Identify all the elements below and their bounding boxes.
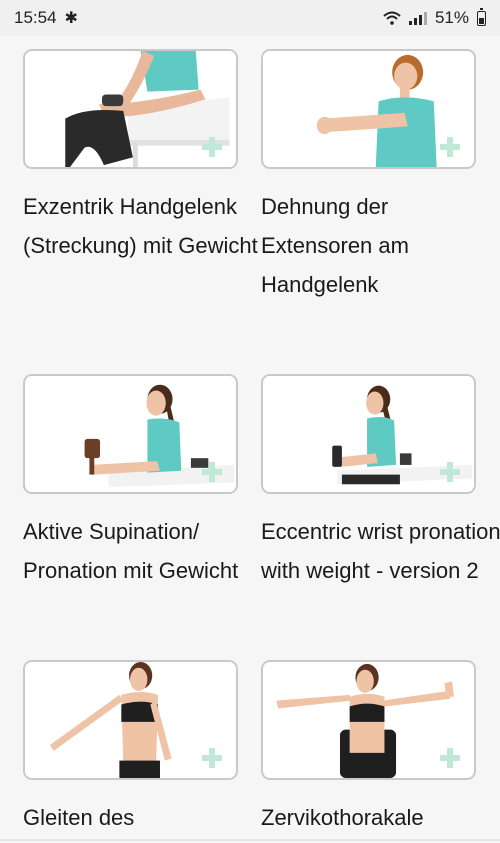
add-icon (202, 748, 222, 768)
status-left: 15:54 ✱ (14, 8, 78, 28)
exercise-thumbnail[interactable] (23, 374, 238, 494)
exercise-title[interactable]: Zervikothorakale (261, 798, 500, 837)
exercise-title[interactable]: Dehnung der Extensoren am Handgelenk (261, 187, 500, 304)
battery-percent: 51% (434, 8, 469, 27)
status-time: 15:54 (14, 8, 57, 27)
exercise-title[interactable]: Aktive Supination/ Pronation mit Gewicht (23, 512, 263, 590)
exercise-thumbnail[interactable] (23, 660, 238, 780)
exercise-card[interactable]: Eccentric wrist pronation with weight - … (261, 374, 500, 590)
add-icon (202, 462, 222, 482)
wifi-icon (383, 11, 401, 25)
exercise-card[interactable]: Gleiten des (23, 660, 238, 837)
exercise-title[interactable]: Gleiten des (23, 798, 263, 837)
exercise-title[interactable]: Eccentric wrist pronation with weight - … (261, 512, 500, 590)
exercise-grid: Exzentrik Handgelenk (Streckung) mit Gew… (0, 36, 500, 843)
add-icon (440, 748, 460, 768)
exercise-thumbnail[interactable] (261, 374, 476, 494)
status-right: 51% (383, 7, 486, 28)
exercise-thumbnail[interactable] (261, 49, 476, 169)
exercise-thumbnail[interactable] (23, 49, 238, 169)
exercise-card[interactable]: Exzentrik Handgelenk (Streckung) mit Gew… (23, 49, 258, 265)
add-icon (440, 462, 460, 482)
add-icon (440, 137, 460, 157)
exercise-title[interactable]: Exzentrik Handgelenk (Streckung) mit Gew… (23, 187, 263, 265)
exercise-thumbnail[interactable] (261, 660, 476, 780)
bottom-divider (0, 839, 500, 841)
bluetooth-icon: ✱ (64, 10, 78, 27)
exercise-card[interactable]: Zervikothorakale (261, 660, 476, 837)
exercise-card[interactable]: Dehnung der Extensoren am Handgelenk (261, 49, 476, 304)
status-bar: 15:54 ✱ 51% (0, 0, 500, 36)
add-icon (202, 137, 222, 157)
battery-icon (477, 7, 486, 26)
exercise-card[interactable]: Aktive Supination/ Pronation mit Gewicht (23, 374, 238, 590)
signal-icon (408, 11, 427, 25)
